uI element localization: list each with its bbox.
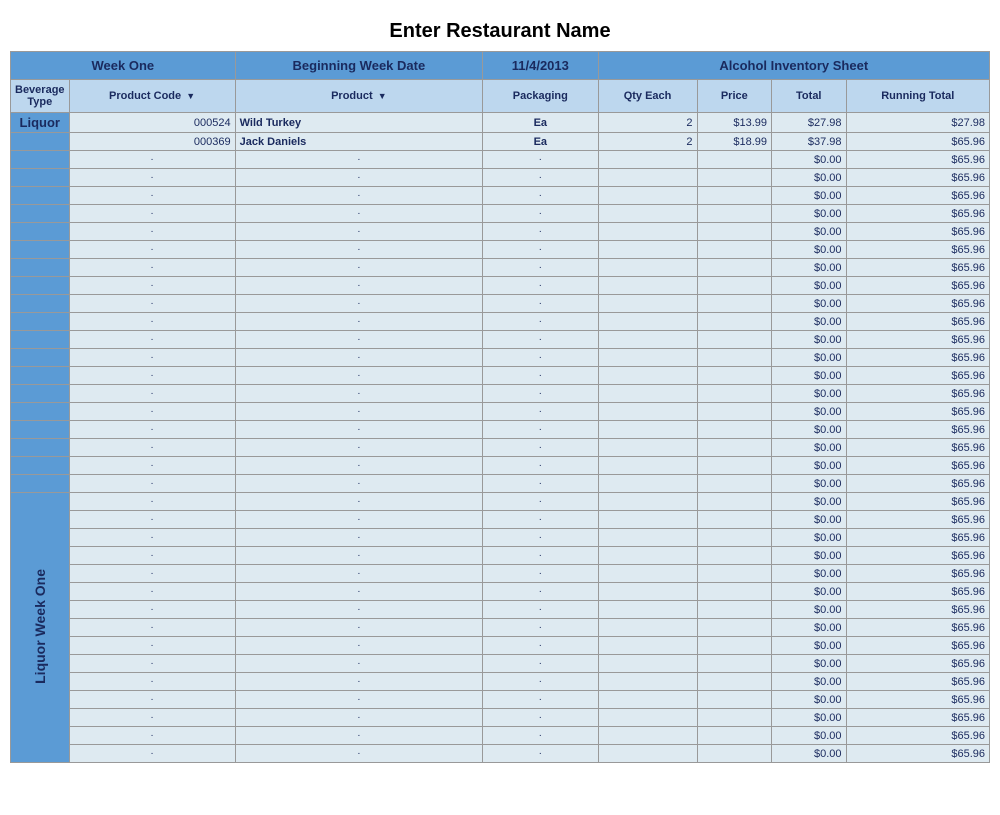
table-row: · · · $0.00 $65.96 [11, 421, 990, 439]
code-cell: 000524 [69, 113, 235, 133]
running-total-cell: $65.96 [846, 133, 989, 151]
product-cell: Wild Turkey [235, 113, 482, 133]
table-row: · · · $0.00 $65.96 [11, 331, 990, 349]
product-filter-icon[interactable]: ▼ [378, 91, 387, 101]
table-row: · · · $0.00 $65.96 [11, 565, 990, 583]
packaging-dot: · [483, 151, 598, 169]
bev-type-cell-empty [11, 151, 70, 169]
table-row: · · · $0.00 $65.96 [11, 223, 990, 241]
beginning-week-date-header: Beginning Week Date [235, 52, 482, 80]
table-row: · · · $0.00 $65.96 [11, 187, 990, 205]
table-row: · · · $0.00 $65.96 [11, 259, 990, 277]
total-cell: $27.98 [772, 113, 846, 133]
table-row: · · · $0.00 $65.96 [11, 313, 990, 331]
table-row: · · · $0.00 $65.96 [11, 205, 990, 223]
code-dot: · [69, 151, 235, 169]
alcohol-inventory-header: Alcohol Inventory Sheet [598, 52, 989, 80]
table-row: · · · $0.00 $65.96 [11, 169, 990, 187]
table-row: · · · $0.00 $65.96 [11, 691, 990, 709]
col-packaging: Packaging [483, 80, 598, 113]
running-total-cell: $27.98 [846, 113, 989, 133]
table-row: · · · $0.00 $65.96 [11, 403, 990, 421]
product-code-filter-icon[interactable]: ▼ [186, 91, 195, 101]
product-dot: · [235, 151, 482, 169]
table-row: 000369 Jack Daniels Ea 2 $18.99 $37.98 $… [11, 133, 990, 151]
qty-cell: 2 [598, 113, 697, 133]
packaging-cell: Ea [483, 113, 598, 133]
liquor-week-one-label: Liquor Week One [11, 493, 70, 763]
col-total: Total [772, 80, 846, 113]
qty-empty [598, 151, 697, 169]
page-title: Enter Restaurant Name [10, 10, 990, 51]
table-row: · · · $0.00 $65.96 [11, 385, 990, 403]
price-empty [697, 151, 771, 169]
table-row: · · · $0.00 $65.96 [11, 727, 990, 745]
col-bev-type: Beverage Type [11, 80, 70, 113]
header-row-1: Week One Beginning Week Date 11/4/2013 A… [11, 52, 990, 80]
table-row: · · · $0.00 $65.96 [11, 619, 990, 637]
week-one-header: Week One [11, 52, 236, 80]
inventory-table: Week One Beginning Week Date 11/4/2013 A… [10, 51, 990, 763]
code-cell: 000369 [69, 133, 235, 151]
col-running-total: Running Total [846, 80, 989, 113]
table-row: · · · $0.00 $65.96 [11, 655, 990, 673]
bev-type-cell-empty [11, 133, 70, 151]
table-row: · · · $0.00 $65.96 [11, 277, 990, 295]
header-row-2: Beverage Type Product Code ▼ Product ▼ P… [11, 80, 990, 113]
qty-cell: 2 [598, 133, 697, 151]
table-row: · · · $0.00 $65.96 [11, 457, 990, 475]
table-row: · · · $0.00 $65.96 [11, 475, 990, 493]
running-total-val: $65.96 [846, 151, 989, 169]
table-row: Liquor 000524 Wild Turkey Ea 2 $13.99 $2… [11, 113, 990, 133]
table-row: · · · $0.00 $65.96 [11, 367, 990, 385]
table-row: Liquor Week One · · · $0.00 $65.96 [11, 493, 990, 511]
price-cell: $18.99 [697, 133, 771, 151]
product-cell: Jack Daniels [235, 133, 482, 151]
col-product: Product ▼ [235, 80, 482, 113]
table-row: · · · $0.00 $65.96 [11, 241, 990, 259]
table-row: · · · $0.00 $65.96 [11, 601, 990, 619]
table-row: · · · $0.00 $65.96 [11, 349, 990, 367]
table-row: · · · $0.00 $65.96 [11, 295, 990, 313]
col-qty-each: Qty Each [598, 80, 697, 113]
price-cell: $13.99 [697, 113, 771, 133]
table-row: · · · $0.00 $65.96 [11, 151, 990, 169]
table-row: · · · $0.00 $65.96 [11, 511, 990, 529]
table-row: · · · $0.00 $65.96 [11, 583, 990, 601]
col-product-code: Product Code ▼ [69, 80, 235, 113]
table-row: · · · $0.00 $65.96 [11, 673, 990, 691]
table-row: · · · $0.00 $65.96 [11, 637, 990, 655]
total-cell: $37.98 [772, 133, 846, 151]
table-row: · · · $0.00 $65.96 [11, 745, 990, 763]
table-row: · · · $0.00 $65.96 [11, 709, 990, 727]
bev-type-cell-empty [11, 169, 70, 187]
table-row: · · · $0.00 $65.96 [11, 439, 990, 457]
col-price: Price [697, 80, 771, 113]
packaging-cell: Ea [483, 133, 598, 151]
bev-type-cell: Liquor [11, 113, 70, 133]
table-row: · · · $0.00 $65.96 [11, 529, 990, 547]
table-row: · · · $0.00 $65.96 [11, 547, 990, 565]
date-value-header: 11/4/2013 [483, 52, 598, 80]
total-zero: $0.00 [772, 151, 846, 169]
